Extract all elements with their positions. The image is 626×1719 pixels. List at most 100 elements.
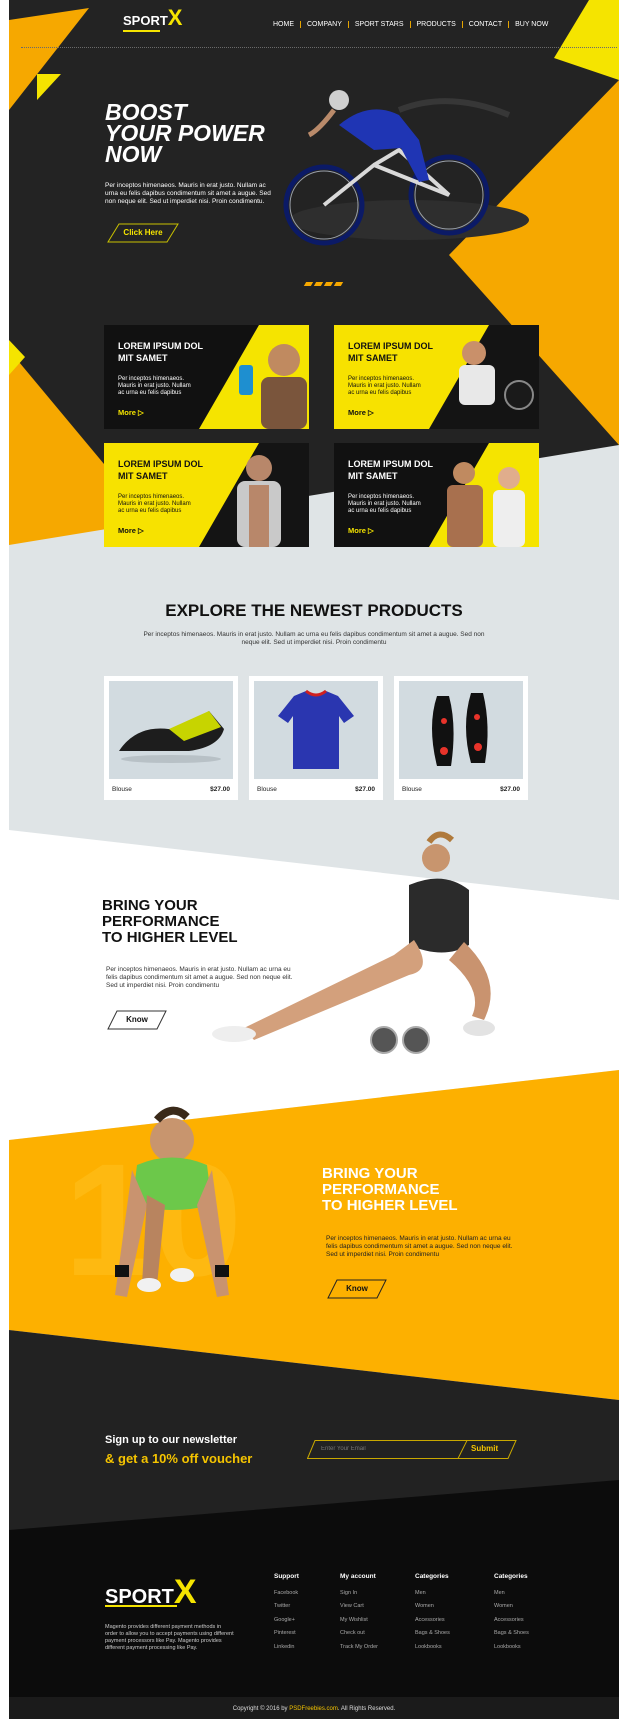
know-button-label: Know [126, 1015, 148, 1024]
footer-link[interactable]: Facebook [274, 1587, 299, 1601]
main-nav: HOME COMPANY SPORT STARS PRODUCTS CONTAC… [267, 21, 554, 28]
card-text: Per inceptos himenaeos. Mauris in erat j… [348, 376, 421, 396]
footer-logo[interactable]: SPORTX [105, 1573, 197, 1611]
footer-link[interactable]: Accessories [494, 1614, 529, 1628]
footer-link[interactable]: Men [415, 1587, 450, 1601]
products-text: Per inceptos himenaeos. Mauris in erat j… [143, 631, 485, 646]
card-title: LOREM IPSUM DOL MIT SAMET [348, 341, 433, 363]
copyright: Copyright © 2016 by PSDFreebies.com. All… [9, 1706, 619, 1712]
header-logo[interactable]: SPORTX [123, 7, 182, 31]
card-text: Per inceptos himenaeos. Mauris in erat j… [118, 376, 191, 396]
footer-logo-underline [105, 1605, 177, 1607]
product-card[interactable]: Blouse $27.00 [104, 676, 238, 800]
performance-title-line: BRING YOUR [322, 1165, 418, 1182]
nav-contact[interactable]: CONTACT [463, 21, 510, 28]
footer-link[interactable]: Sign In [340, 1587, 378, 1601]
footer-column-account: My account Sign In View Cart My Wishlist… [340, 1570, 378, 1654]
footer-column-title: Support [274, 1573, 299, 1580]
promo-card[interactable]: LOREM IPSUM DOL MIT SAMET Per inceptos h… [104, 325, 309, 429]
performance-title-line: PERFORMANCE [322, 1181, 440, 1198]
footer-link[interactable]: Linkedin [274, 1641, 299, 1655]
nav-products[interactable]: PRODUCTS [411, 21, 463, 28]
footer-about: Magento provides different payment metho… [105, 1624, 234, 1651]
promo-card[interactable]: LOREM IPSUM DOL MIT SAMET Per inceptos h… [334, 443, 539, 547]
product-card[interactable]: Blouse $27.00 [249, 676, 383, 800]
footer-column-support: Support Facebook Twitter Google+ Pintere… [274, 1570, 299, 1654]
nav-company[interactable]: COMPANY [301, 21, 349, 28]
card-title: LOREM IPSUM DOL MIT SAMET [118, 459, 203, 481]
nav-home[interactable]: HOME [267, 21, 301, 28]
product-price: $27.00 [355, 786, 375, 793]
product-image [399, 681, 523, 779]
footer-link[interactable]: Google+ [274, 1614, 299, 1628]
performance-title-line: TO HIGHER LEVEL [322, 1197, 458, 1214]
athlete-stretch-image [212, 831, 495, 1054]
promo-card[interactable]: LOREM IPSUM DOL MIT SAMET Per inceptos h… [334, 325, 539, 429]
card-more-link[interactable]: More ▷ [348, 408, 374, 417]
footer-link[interactable]: Men [494, 1587, 529, 1601]
newsletter-submit-button[interactable]: Submit [471, 1444, 498, 1453]
page: SPORTX HOME COMPANY SPORT STARS PRODUCTS… [9, 0, 619, 1719]
footer-link[interactable]: Bags & Shoes [415, 1627, 450, 1641]
newsletter-line-2: & get a 10% off voucher [105, 1451, 253, 1466]
product-price: $27.00 [500, 786, 520, 793]
footer-link[interactable]: Women [494, 1600, 529, 1614]
footer-column-categories: Categories Men Women Accessories Bags & … [415, 1570, 450, 1654]
footer-link[interactable]: Bags & Shoes [494, 1627, 529, 1641]
copyright-text: Copyright © 2016 by [232, 1706, 290, 1712]
product-name: Blouse [257, 786, 277, 793]
nav-sport-stars[interactable]: SPORT STARS [349, 21, 411, 28]
card-more-link[interactable]: More ▷ [118, 408, 144, 417]
card-more-link[interactable]: More ▷ [118, 526, 144, 535]
footer-link[interactable]: Accessories [415, 1614, 450, 1628]
footer-link[interactable]: Lookbooks [494, 1641, 529, 1655]
hero-click-here-button[interactable]: Click Here [107, 223, 179, 243]
copyright-link[interactable]: PSDFreebies.com [289, 1706, 338, 1712]
product-image [254, 681, 378, 779]
know-button-orange[interactable]: Know [327, 1279, 387, 1299]
footer-link[interactable]: My Wishlist [340, 1614, 378, 1628]
logo-underline [123, 30, 160, 32]
know-button-label: Know [346, 1284, 368, 1293]
footer-column-title: My account [340, 1573, 376, 1580]
newsletter-line-1: Sign up to our newsletter [105, 1434, 238, 1446]
footer-link[interactable]: Track My Order [340, 1641, 378, 1655]
footer-link[interactable]: Pinterest [274, 1627, 299, 1641]
card-more-link[interactable]: More ▷ [348, 526, 374, 535]
athlete-sprint-image [115, 1106, 229, 1297]
hero-title: BOOST YOUR POWER NOW [105, 101, 275, 167]
card-title: LOREM IPSUM DOL MIT SAMET [118, 341, 203, 363]
hero-slider-dots[interactable] [303, 282, 344, 286]
performance-title-orange: BRING YOUR PERFORMANCE TO HIGHER LEVEL [322, 1166, 458, 1214]
products-title: EXPLORE THE NEWEST PRODUCTS [165, 601, 463, 620]
know-button[interactable]: Know [107, 1010, 167, 1030]
hero-button-label: Click Here [123, 228, 163, 237]
footer-column-title: Categories [415, 1573, 449, 1580]
header-divider [21, 47, 617, 48]
card-text: Per inceptos himenaeos. Mauris in erat j… [348, 494, 421, 514]
hero-title-line: NOW [105, 141, 162, 167]
footer-link[interactable]: Lookbooks [415, 1641, 450, 1655]
nav-buy-now[interactable]: BUY NOW [509, 21, 554, 28]
footer-link[interactable]: Check out [340, 1627, 378, 1641]
logo-text: SPORT [123, 13, 168, 28]
footer-link[interactable]: Twitter [274, 1600, 299, 1614]
cyclist-image [283, 90, 529, 246]
footer-column-title: Categories [494, 1573, 528, 1580]
product-price: $27.00 [210, 786, 230, 793]
logo-x: X [167, 5, 183, 30]
product-name: Blouse [402, 786, 422, 793]
newsletter-email-input[interactable] [321, 1443, 451, 1455]
product-card[interactable]: Blouse $27.00 [394, 676, 528, 800]
footer-link[interactable]: Women [415, 1600, 450, 1614]
copyright-text: . All Rights Reserved. [337, 1706, 396, 1712]
footer-link[interactable]: View Cart [340, 1600, 378, 1614]
product-name: Blouse [112, 786, 132, 793]
footer-column-categories-2: Categories Men Women Accessories Bags & … [494, 1570, 529, 1654]
hero-text: Per inceptos himenaeos. Mauris in erat j… [105, 182, 271, 205]
product-image [109, 681, 233, 779]
promo-card[interactable]: LOREM IPSUM DOL MIT SAMET Per inceptos h… [104, 443, 309, 547]
footer-logo-x: X [173, 1573, 197, 1611]
newsletter-form: Submit [307, 1440, 517, 1459]
performance-text-orange: Per inceptos himenaeos. Mauris in erat j… [326, 1235, 513, 1258]
